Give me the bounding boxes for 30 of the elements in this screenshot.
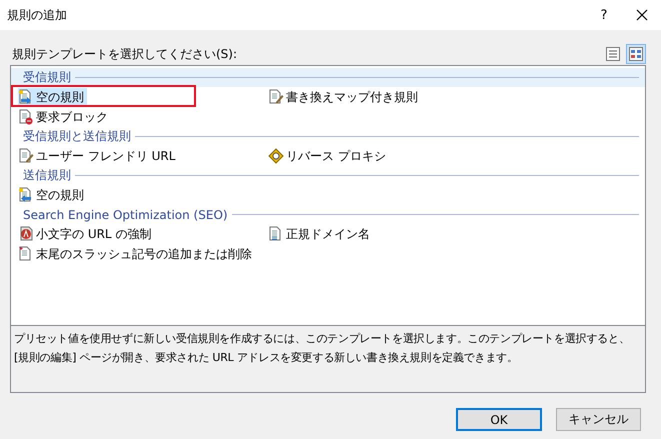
tile-view-icon: [629, 47, 643, 61]
rule-icon: [18, 187, 34, 203]
group-title: 送信規則: [23, 167, 71, 184]
rule-template-item[interactable]: 要求ブロック: [18, 108, 111, 126]
rule-icon: [18, 148, 34, 164]
rule-template-item[interactable]: 空の規則: [18, 186, 87, 204]
description-text: プリセット値を使用せずに新しい受信規則を作成するには、このテンプレートを選択します。このテンプレートを選択すると、[規則の編集] ページが開き、要求された URL アドレスを変更する新しい書き換え規則を定義できます。: [14, 331, 631, 366]
rule-template-item[interactable]: 小文字の URL の強制: [18, 225, 154, 243]
group-title: 受信規則: [23, 69, 71, 86]
rule-template-item[interactable]: 空の規則: [18, 88, 87, 106]
rule-template-item[interactable]: 書き換えマップ付き規則: [268, 88, 421, 106]
rule-template-item[interactable]: リバース プロキシ: [268, 147, 389, 165]
cancel-button[interactable]: キャンセル: [556, 408, 641, 431]
view-toggle[interactable]: [603, 44, 623, 64]
rule-icon: [18, 226, 34, 242]
prompt-label: 規則テンプレートを選択してください(S):: [12, 46, 238, 62]
rule-icon: [268, 89, 284, 105]
ok-button[interactable]: OK: [456, 408, 542, 431]
view-toggle[interactable]: [626, 44, 646, 64]
close-icon: [636, 9, 648, 21]
rule-icon: [268, 148, 284, 164]
list-view-icon: [606, 47, 620, 61]
rule-template-item[interactable]: 正規ドメイン名: [268, 225, 373, 243]
group-title: Search Engine Optimization (SEO): [23, 208, 228, 222]
window-title: 規則の追加: [7, 6, 68, 24]
rule-template-item[interactable]: ユーザー フレンドリ URL: [18, 147, 178, 165]
help-button[interactable]: ?: [585, 0, 623, 30]
rule-icon: [18, 109, 34, 125]
group-title: 受信規則と送信規則: [23, 128, 131, 145]
rule-template-item[interactable]: 末尾のスラッシュ記号の追加または削除: [18, 245, 255, 263]
